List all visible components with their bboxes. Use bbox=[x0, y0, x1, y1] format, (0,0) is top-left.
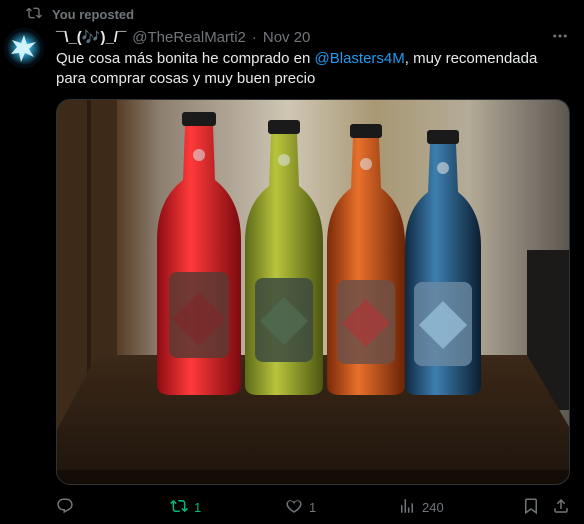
mention-link[interactable]: @Blasters4M bbox=[315, 50, 405, 67]
views-count: 240 bbox=[422, 499, 444, 515]
separator-dot: · bbox=[251, 28, 257, 46]
more-options-button[interactable] bbox=[550, 28, 570, 48]
repost-icon bbox=[170, 497, 188, 518]
bookmark-icon bbox=[522, 497, 540, 518]
action-bar: 1 1 240 bbox=[56, 496, 570, 518]
user-handle[interactable]: @TheRealMarti2 bbox=[132, 29, 246, 46]
repost-button[interactable]: 1 bbox=[170, 496, 201, 518]
views-icon bbox=[398, 497, 416, 518]
more-icon bbox=[551, 27, 569, 50]
like-button[interactable]: 1 bbox=[285, 496, 316, 518]
views-button[interactable]: 240 bbox=[398, 496, 444, 518]
bookmark-button[interactable] bbox=[522, 496, 540, 518]
share-button[interactable] bbox=[552, 496, 570, 518]
repost-banner: You reposted bbox=[26, 4, 134, 24]
repost-icon bbox=[26, 5, 42, 24]
tweet-photo[interactable] bbox=[56, 99, 570, 485]
like-count: 1 bbox=[309, 499, 317, 515]
display-name[interactable]: ¯\_(🎶)_/¯ bbox=[56, 28, 126, 46]
repost-banner-text: You reposted bbox=[52, 6, 135, 22]
repost-count: 1 bbox=[194, 499, 202, 515]
avatar[interactable] bbox=[4, 28, 44, 68]
heart-icon bbox=[285, 497, 303, 518]
tweet-header: ¯\_(🎶)_/¯ @TheRealMarti2 · Nov 20 bbox=[56, 27, 310, 47]
reply-icon bbox=[56, 497, 74, 518]
tweet-text-before: Que cosa más bonita he comprado en bbox=[56, 50, 315, 67]
share-icon bbox=[552, 497, 570, 518]
reply-button[interactable] bbox=[56, 496, 74, 518]
tweet-date[interactable]: Nov 20 bbox=[263, 29, 311, 46]
tweet-text: Que cosa más bonita he comprado en @Blas… bbox=[56, 49, 566, 89]
